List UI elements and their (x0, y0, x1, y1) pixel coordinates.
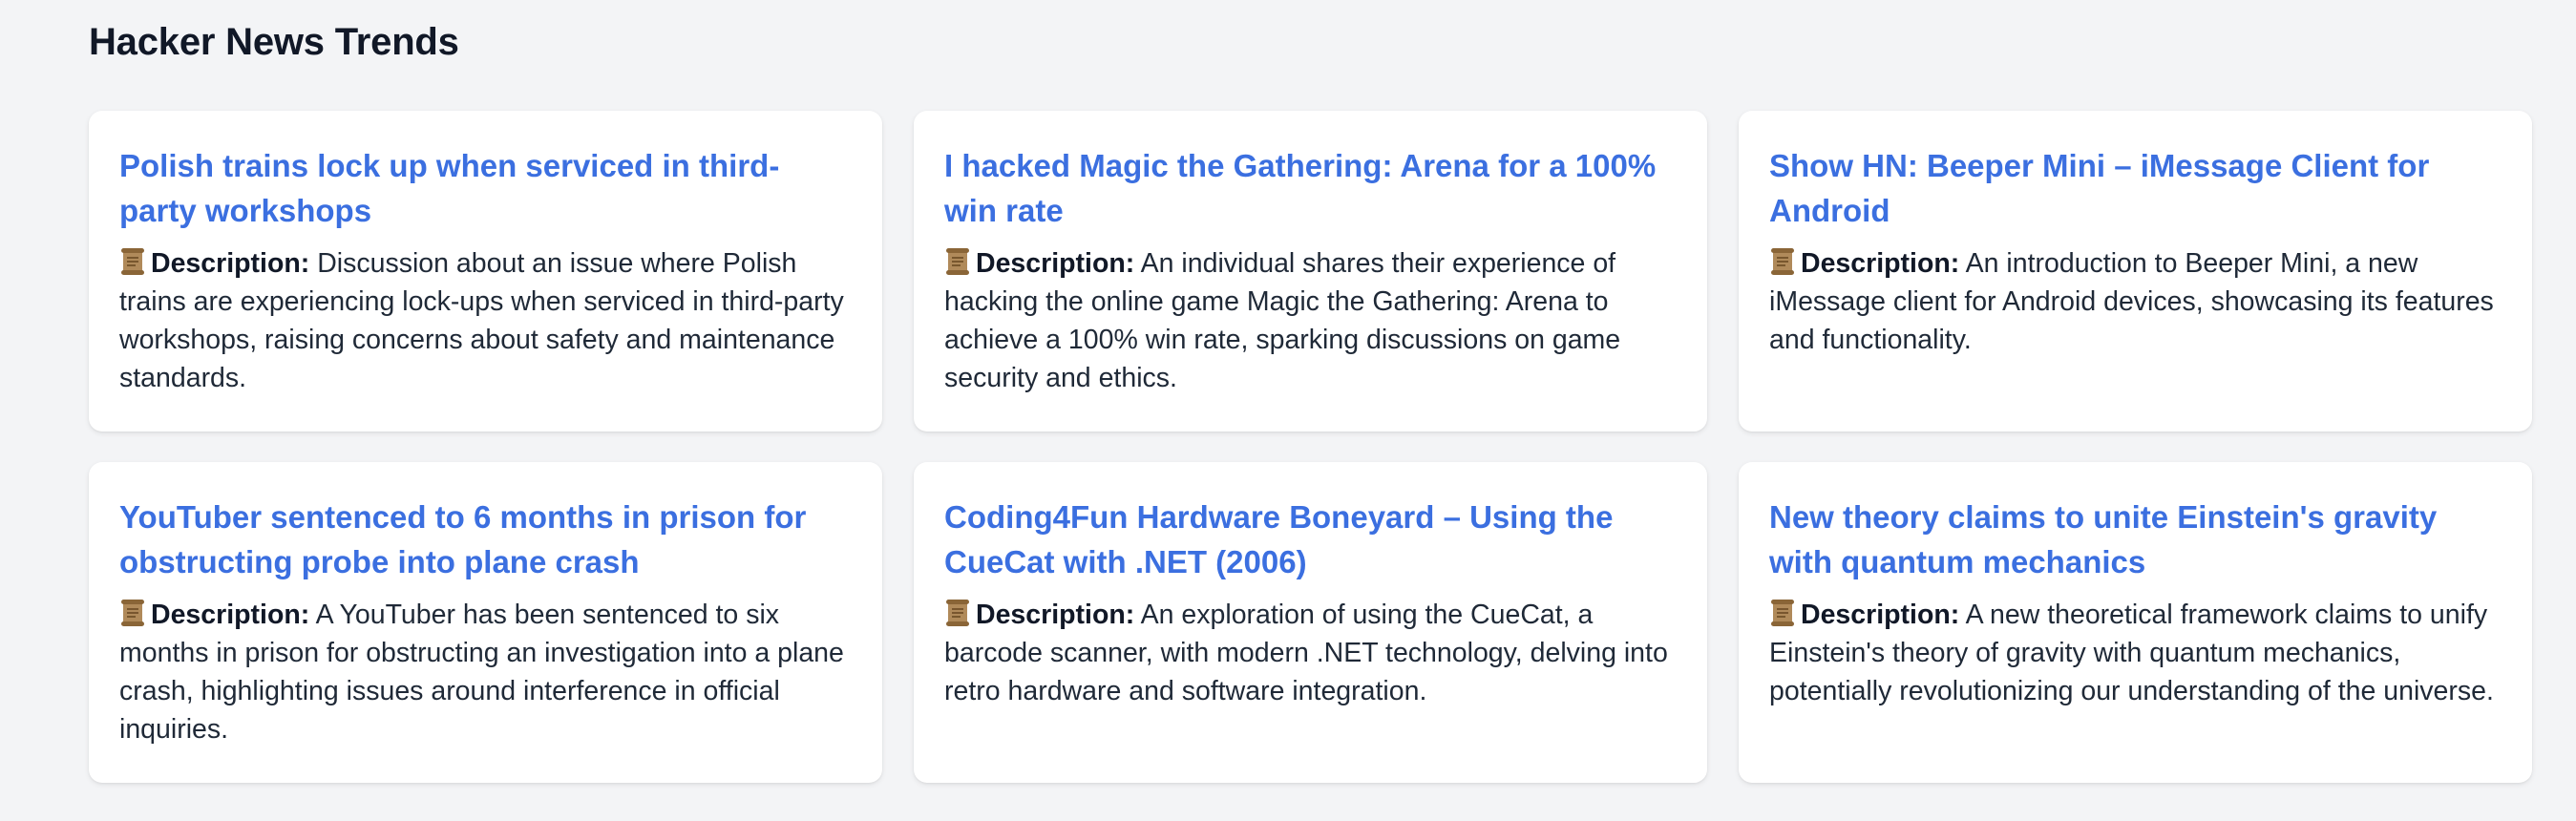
trend-card: Show HN: Beeper Mini – iMessage Client f… (1739, 111, 2532, 432)
description-label: Description: (1801, 248, 1960, 279)
scroll-icon (1771, 600, 1794, 626)
trend-title-link[interactable]: I hacked Magic the Gathering: Arena for … (944, 143, 1677, 233)
description-label: Description: (976, 600, 1135, 630)
page-title: Hacker News Trends (89, 21, 459, 63)
scroll-icon (121, 600, 144, 626)
description-label: Description: (151, 600, 310, 630)
trend-description: Description: A YouTuber has been sentenc… (119, 596, 852, 748)
scroll-icon (1771, 248, 1794, 275)
trend-description: Description: Discussion about an issue w… (119, 244, 852, 397)
trends-grid: Polish trains lock up when serviced in t… (89, 111, 2533, 783)
scroll-icon (946, 600, 969, 626)
trend-card: Coding4Fun Hardware Boneyard – Using the… (914, 462, 1707, 783)
trend-title-link[interactable]: Show HN: Beeper Mini – iMessage Client f… (1769, 143, 2502, 233)
page: Hacker News Trends Polish trains lock up… (0, 0, 2576, 821)
description-label: Description: (151, 248, 310, 279)
scroll-icon (946, 248, 969, 275)
trend-card: YouTuber sentenced to 6 months in prison… (89, 462, 882, 783)
description-label: Description: (1801, 600, 1960, 630)
trend-card: New theory claims to unite Einstein's gr… (1739, 462, 2532, 783)
trend-title-link[interactable]: Polish trains lock up when serviced in t… (119, 143, 852, 233)
description-label: Description: (976, 248, 1135, 279)
trend-description: Description: An individual shares their … (944, 244, 1677, 397)
trend-card: Polish trains lock up when serviced in t… (89, 111, 882, 432)
trend-description: Description: An exploration of using the… (944, 596, 1677, 710)
trend-description: Description: An introduction to Beeper M… (1769, 244, 2502, 359)
trend-title-link[interactable]: New theory claims to unite Einstein's gr… (1769, 495, 2502, 584)
trend-title-link[interactable]: Coding4Fun Hardware Boneyard – Using the… (944, 495, 1677, 584)
trend-description: Description: A new theoretical framework… (1769, 596, 2502, 710)
trend-card: I hacked Magic the Gathering: Arena for … (914, 111, 1707, 432)
scroll-icon (121, 248, 144, 275)
trend-title-link[interactable]: YouTuber sentenced to 6 months in prison… (119, 495, 852, 584)
